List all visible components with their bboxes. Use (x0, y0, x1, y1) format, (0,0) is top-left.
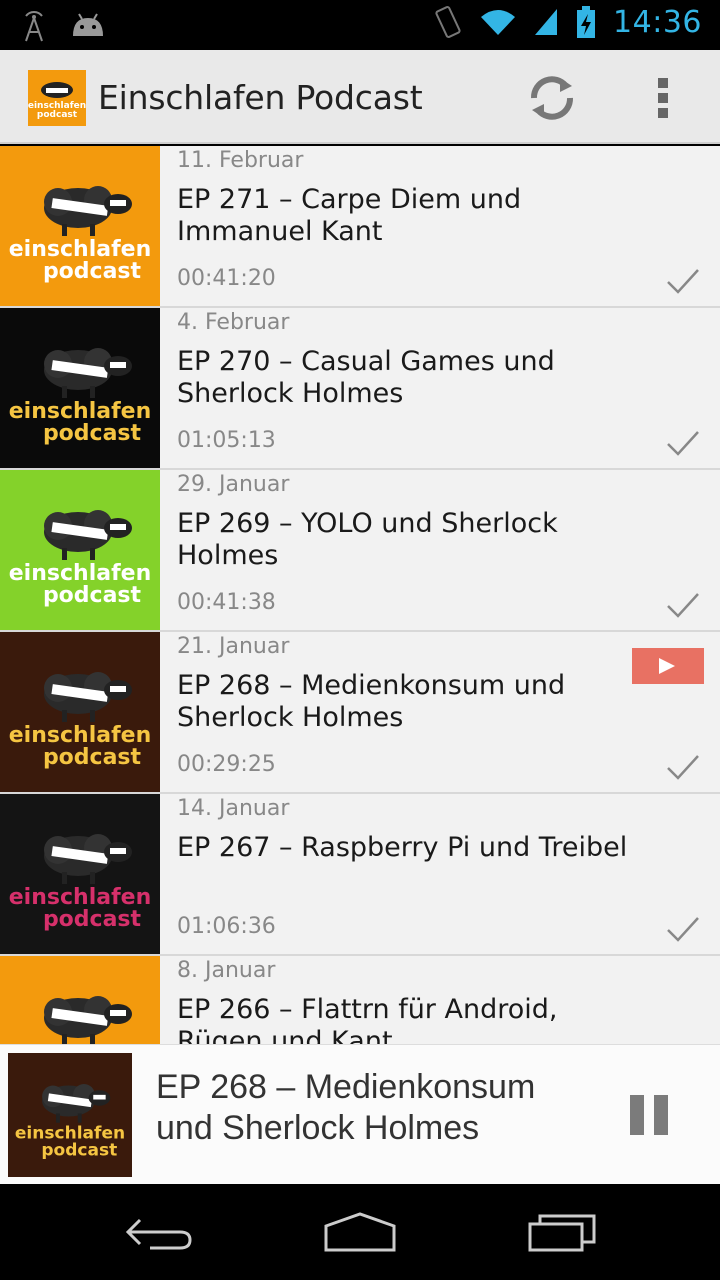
episode-cover: einschlafenpodcast (0, 956, 160, 1044)
home-icon[interactable] (320, 1210, 400, 1254)
android-icon (73, 13, 103, 36)
recent-apps-icon[interactable] (522, 1210, 602, 1254)
list-item[interactable]: einschlafen podcast 11. Februar EP 271 – … (0, 146, 720, 308)
refresh-icon (531, 76, 573, 120)
cover-artwork: einschlafenpodcast (8, 1053, 132, 1177)
episode-date: 4. Februar (177, 310, 290, 335)
cover-artwork: einschlafenpodcast (0, 632, 160, 792)
episode-duration: 00:29:25 (177, 752, 276, 777)
episode-cover: einschlafenpodcast (0, 632, 160, 792)
einschlafen-logo-icon[interactable]: einschlafen podcast (28, 70, 86, 126)
action-bar: einschlafen podcast Einschlafen Podcast (0, 50, 720, 144)
cover-artwork: einschlafenpodcast (0, 146, 160, 306)
svg-text:podcast: podcast (37, 110, 78, 120)
episode-title: EP 268 – Medienkonsum und Sherlock Holme… (177, 670, 566, 733)
episode-duration: 01:06:36 (177, 914, 276, 939)
cover-logo-line2: podcast (43, 583, 142, 608)
overflow-menu-icon[interactable] (648, 74, 678, 126)
wifi-icon (481, 10, 516, 35)
episode-cover: einschlafenpodcast (0, 470, 160, 630)
signal-tower-icon (25, 11, 43, 42)
checkmark-icon (667, 917, 699, 942)
episode-title: EP 271 – Carpe Diem und Immanuel Kant (177, 184, 522, 247)
checkmark-icon (667, 269, 699, 294)
list-item[interactable]: einschlafen podcast 29. Januar EP 269 – Y… (0, 470, 720, 632)
episode-title: EP 270 – Casual Games und Sherlock Holme… (177, 346, 555, 409)
cover-artwork: einschlafenpodcast (0, 470, 160, 630)
list-item[interactable]: einschlafenpodcast 8. Januar EP 266 – Fl… (0, 956, 720, 1044)
episode-duration: 00:41:38 (177, 590, 276, 615)
episode-title: EP 267 – Raspberry Pi und Treibel (177, 832, 628, 863)
battery-charging-icon (577, 6, 596, 38)
cover-logo-line2: podcast (41, 1140, 117, 1160)
cover-artwork: einschlafenpodcast (0, 956, 160, 1044)
vibrate-icon (435, 6, 461, 38)
cover-logo-line2: podcast (43, 259, 142, 284)
app-title: Einschlafen Podcast (98, 78, 423, 117)
navigation-bar (0, 1184, 720, 1280)
now-playing-title: EP 268 – Medienkonsum und Sherlock Holme… (156, 1068, 536, 1147)
pause-icon[interactable] (630, 1095, 670, 1135)
episode-cover: einschlafenpodcast (0, 146, 160, 306)
episode-duration: 00:41:20 (177, 266, 276, 291)
status-time: 14:36 (613, 4, 702, 40)
cover-logo-line2: podcast (43, 421, 142, 446)
episode-date: 11. Februar (177, 148, 304, 173)
checkmark-icon (667, 593, 699, 618)
episode-date: 21. Januar (177, 634, 290, 659)
now-playing-cover: einschlafen podcast (8, 1053, 132, 1177)
episode-title: EP 266 – Flattrn für Android, Rügen und … (177, 994, 558, 1044)
episode-date: 29. Januar (177, 472, 290, 497)
cell-signal-icon (535, 9, 558, 35)
now-playing-badge (632, 648, 704, 684)
episode-cover: einschlafenpodcast (0, 308, 160, 468)
status-bar: 14:36 (0, 0, 720, 50)
cover-artwork: einschlafenpodcast (0, 794, 160, 954)
episode-cover: einschlafenpodcast (0, 794, 160, 954)
cover-artwork: einschlafenpodcast (0, 308, 160, 468)
cover-logo-line2: podcast (43, 745, 142, 770)
play-icon (659, 658, 675, 674)
list-item[interactable]: einschlafen podcast 21. Januar EP 268 – M… (0, 632, 720, 794)
now-playing-bar[interactable]: einschlafen podcast EP 268 – Medienkonsum… (0, 1044, 720, 1184)
checkmark-icon (667, 431, 699, 456)
cover-logo-line2: podcast (43, 907, 142, 932)
episode-title: EP 269 – YOLO und Sherlock Holmes (177, 508, 558, 571)
episode-duration: 01:05:13 (177, 428, 276, 453)
checkmark-icon (667, 755, 699, 780)
list-item[interactable]: einschlafen podcast 4. Februar EP 270 – C… (0, 308, 720, 470)
back-icon[interactable] (120, 1210, 200, 1254)
episode-date: 14. Januar (177, 796, 290, 821)
list-item[interactable]: einschlafen podcast 14. Januar EP 267 – R… (0, 794, 720, 956)
episode-list[interactable]: einschlafen podcast 11. Februar EP 271 – … (0, 146, 720, 1044)
refresh-button[interactable] (522, 72, 582, 124)
episode-date: 8. Januar (177, 958, 276, 983)
